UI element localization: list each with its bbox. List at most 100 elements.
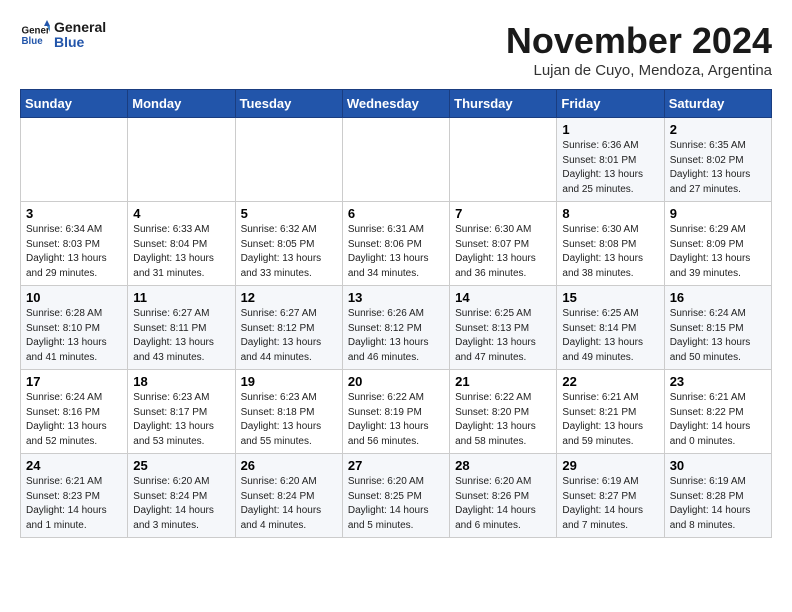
day-number: 17 [26, 374, 122, 389]
calendar-cell: 5Sunrise: 6:32 AM Sunset: 8:05 PM Daylig… [235, 202, 342, 286]
svg-text:Blue: Blue [22, 36, 44, 47]
page-header: General Blue General Blue November 2024 … [20, 20, 772, 79]
calendar-cell: 23 Sunrise: 6:21 AM Sunset: 8:22 PM Dayli… [664, 370, 771, 454]
day-number: 12 [241, 290, 337, 305]
day-number: 20 [348, 374, 444, 389]
day-content: Sunrise: 6:25 AM Sunset: 8:13 PM Dayligh… [455, 307, 551, 365]
day-content: Sunrise: 6:20 AM Sunset: 8:24 PM Dayligh… [241, 475, 337, 533]
calendar-cell: 10 Sunrise: 6:28 AM Sunset: 8:10 PM Dayli… [21, 286, 128, 370]
calendar-week-row: 1Sunrise: 6:36 AM Sunset: 8:01 PM Daylig… [21, 118, 772, 202]
calendar-cell: 30Sunrise: 6:19 AM Sunset: 8:28 PM Dayli… [664, 454, 771, 538]
day-number: 11 [133, 290, 229, 305]
calendar-cell: 3 Sunrise: 6:34 AM Sunset: 8:03 PM Daylig… [21, 202, 128, 286]
logo: General Blue General Blue [20, 20, 106, 51]
calendar-cell: 8Sunrise: 6:30 AM Sunset: 8:08 PM Daylig… [557, 202, 664, 286]
day-number: 15 [562, 290, 658, 305]
day-number: 9 [670, 206, 766, 221]
day-number: 14 [455, 290, 551, 305]
calendar-cell: 22 Sunrise: 6:21 AM Sunset: 8:21 PM Dayli… [557, 370, 664, 454]
day-content: Sunrise: 6:22 AM Sunset: 8:20 PM Dayligh… [455, 391, 551, 449]
calendar-cell: 28Sunrise: 6:20 AM Sunset: 8:26 PM Dayli… [450, 454, 557, 538]
day-number: 24 [26, 458, 122, 473]
day-content: Sunrise: 6:33 AM Sunset: 8:04 PM Dayligh… [133, 223, 229, 281]
calendar-cell: 21 Sunrise: 6:22 AM Sunset: 8:20 PM Dayli… [450, 370, 557, 454]
calendar-cell [128, 118, 235, 202]
location: Lujan de Cuyo, Mendoza, Argentina [506, 62, 772, 79]
calendar-cell: 27Sunrise: 6:20 AM Sunset: 8:25 PM Dayli… [342, 454, 449, 538]
day-content: Sunrise: 6:34 AM Sunset: 8:03 PM Dayligh… [26, 223, 122, 281]
day-content: Sunrise: 6:22 AM Sunset: 8:19 PM Dayligh… [348, 391, 444, 449]
day-number: 29 [562, 458, 658, 473]
calendar-cell: 14 Sunrise: 6:25 AM Sunset: 8:13 PM Dayli… [450, 286, 557, 370]
logo-text: General Blue [54, 20, 106, 51]
calendar-cell: 12Sunrise: 6:27 AM Sunset: 8:12 PM Dayli… [235, 286, 342, 370]
calendar-cell: 11 Sunrise: 6:27 AM Sunset: 8:11 PM Dayli… [128, 286, 235, 370]
day-content: Sunrise: 6:21 AM Sunset: 8:22 PM Dayligh… [670, 391, 766, 449]
calendar-cell: 9Sunrise: 6:29 AM Sunset: 8:09 PM Daylig… [664, 202, 771, 286]
calendar-cell: 16 Sunrise: 6:24 AM Sunset: 8:15 PM Dayli… [664, 286, 771, 370]
day-content: Sunrise: 6:35 AM Sunset: 8:02 PM Dayligh… [670, 139, 766, 197]
svg-text:General: General [22, 26, 51, 37]
day-number: 22 [562, 374, 658, 389]
calendar-cell [235, 118, 342, 202]
calendar-cell: 29 Sunrise: 6:19 AM Sunset: 8:27 PM Dayli… [557, 454, 664, 538]
day-number: 23 [670, 374, 766, 389]
weekday-header: Monday [128, 90, 235, 118]
day-content: Sunrise: 6:21 AM Sunset: 8:23 PM Dayligh… [26, 475, 122, 533]
calendar-cell: 25 Sunrise: 6:20 AM Sunset: 8:24 PM Dayli… [128, 454, 235, 538]
calendar-cell: 13 Sunrise: 6:26 AM Sunset: 8:12 PM Dayli… [342, 286, 449, 370]
day-content: Sunrise: 6:23 AM Sunset: 8:18 PM Dayligh… [241, 391, 337, 449]
calendar-cell: 6Sunrise: 6:31 AM Sunset: 8:06 PM Daylig… [342, 202, 449, 286]
calendar-cell [21, 118, 128, 202]
day-number: 16 [670, 290, 766, 305]
calendar-cell: 20 Sunrise: 6:22 AM Sunset: 8:19 PM Dayli… [342, 370, 449, 454]
day-content: Sunrise: 6:26 AM Sunset: 8:12 PM Dayligh… [348, 307, 444, 365]
day-number: 10 [26, 290, 122, 305]
day-number: 25 [133, 458, 229, 473]
day-number: 26 [241, 458, 337, 473]
logo-line2: Blue [54, 35, 106, 50]
weekday-header: Saturday [664, 90, 771, 118]
day-number: 2 [670, 122, 766, 137]
day-content: Sunrise: 6:30 AM Sunset: 8:07 PM Dayligh… [455, 223, 551, 281]
day-content: Sunrise: 6:23 AM Sunset: 8:17 PM Dayligh… [133, 391, 229, 449]
calendar-body: 1Sunrise: 6:36 AM Sunset: 8:01 PM Daylig… [21, 118, 772, 538]
day-content: Sunrise: 6:24 AM Sunset: 8:15 PM Dayligh… [670, 307, 766, 365]
calendar-week-row: 24 Sunrise: 6:21 AM Sunset: 8:23 PM Dayli… [21, 454, 772, 538]
day-number: 19 [241, 374, 337, 389]
day-content: Sunrise: 6:19 AM Sunset: 8:27 PM Dayligh… [562, 475, 658, 533]
calendar-cell: 7 Sunrise: 6:30 AM Sunset: 8:07 PM Daylig… [450, 202, 557, 286]
day-content: Sunrise: 6:28 AM Sunset: 8:10 PM Dayligh… [26, 307, 122, 365]
day-content: Sunrise: 6:27 AM Sunset: 8:11 PM Dayligh… [133, 307, 229, 365]
calendar-cell: 15Sunrise: 6:25 AM Sunset: 8:14 PM Dayli… [557, 286, 664, 370]
calendar-cell: 19 Sunrise: 6:23 AM Sunset: 8:18 PM Dayli… [235, 370, 342, 454]
calendar-week-row: 17 Sunrise: 6:24 AM Sunset: 8:16 PM Dayli… [21, 370, 772, 454]
calendar-header: SundayMondayTuesdayWednesdayThursdayFrid… [21, 90, 772, 118]
day-content: Sunrise: 6:20 AM Sunset: 8:25 PM Dayligh… [348, 475, 444, 533]
day-content: Sunrise: 6:36 AM Sunset: 8:01 PM Dayligh… [562, 139, 658, 197]
weekday-header: Sunday [21, 90, 128, 118]
day-number: 7 [455, 206, 551, 221]
day-number: 13 [348, 290, 444, 305]
calendar-cell: 4Sunrise: 6:33 AM Sunset: 8:04 PM Daylig… [128, 202, 235, 286]
calendar-cell: 2 Sunrise: 6:35 AM Sunset: 8:02 PM Daylig… [664, 118, 771, 202]
title-block: November 2024 Lujan de Cuyo, Mendoza, Ar… [506, 20, 772, 79]
day-number: 6 [348, 206, 444, 221]
weekday-header-row: SundayMondayTuesdayWednesdayThursdayFrid… [21, 90, 772, 118]
day-content: Sunrise: 6:21 AM Sunset: 8:21 PM Dayligh… [562, 391, 658, 449]
day-content: Sunrise: 6:24 AM Sunset: 8:16 PM Dayligh… [26, 391, 122, 449]
calendar-cell: 17 Sunrise: 6:24 AM Sunset: 8:16 PM Dayli… [21, 370, 128, 454]
calendar-week-row: 3 Sunrise: 6:34 AM Sunset: 8:03 PM Daylig… [21, 202, 772, 286]
day-number: 18 [133, 374, 229, 389]
day-content: Sunrise: 6:20 AM Sunset: 8:24 PM Dayligh… [133, 475, 229, 533]
calendar-cell: 1Sunrise: 6:36 AM Sunset: 8:01 PM Daylig… [557, 118, 664, 202]
day-content: Sunrise: 6:19 AM Sunset: 8:28 PM Dayligh… [670, 475, 766, 533]
day-content: Sunrise: 6:30 AM Sunset: 8:08 PM Dayligh… [562, 223, 658, 281]
calendar-cell: 26 Sunrise: 6:20 AM Sunset: 8:24 PM Dayli… [235, 454, 342, 538]
logo-line1: General [54, 20, 106, 35]
day-number: 21 [455, 374, 551, 389]
day-number: 28 [455, 458, 551, 473]
calendar-week-row: 10 Sunrise: 6:28 AM Sunset: 8:10 PM Dayli… [21, 286, 772, 370]
day-number: 3 [26, 206, 122, 221]
calendar-cell [450, 118, 557, 202]
